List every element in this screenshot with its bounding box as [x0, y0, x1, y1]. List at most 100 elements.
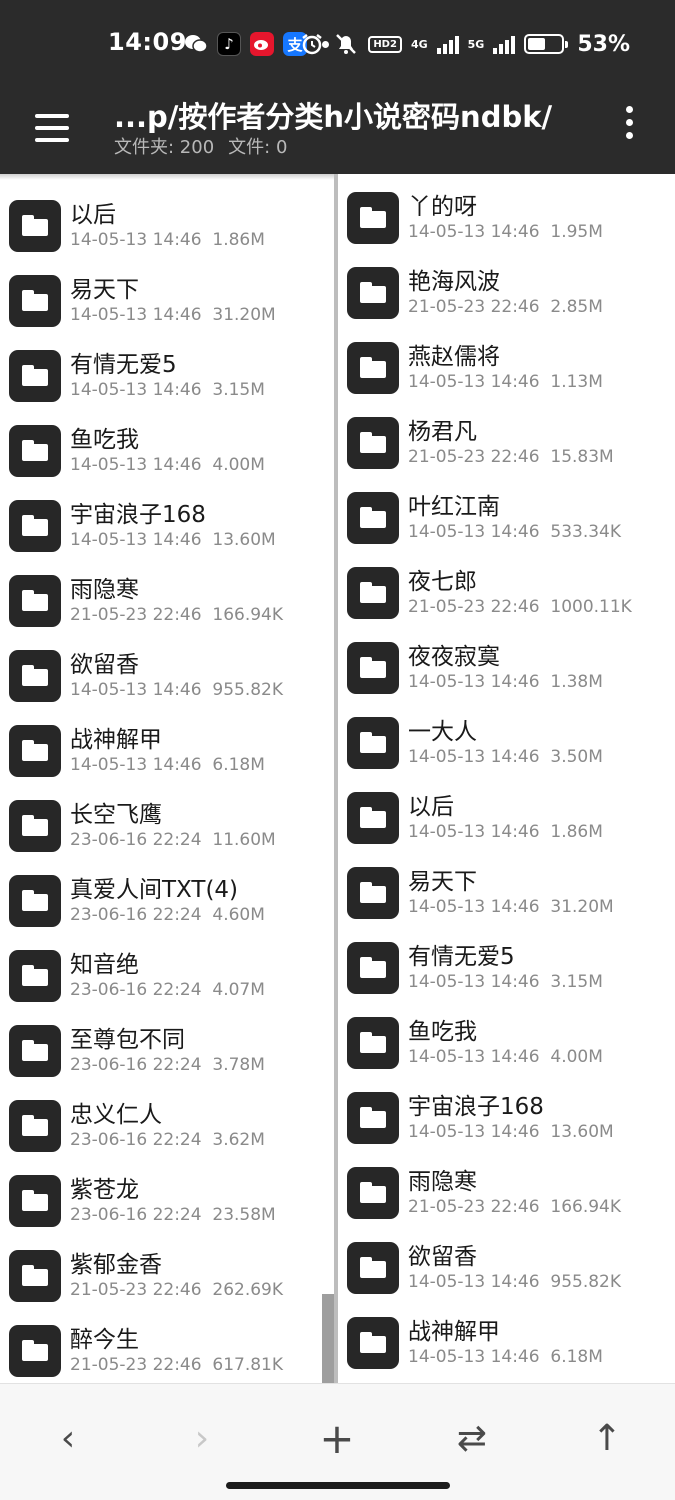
file-list-item[interactable]: 一大人 14-05-13 14:46 3.50M	[338, 711, 675, 786]
folder-name: 以后	[70, 202, 116, 228]
file-list-item[interactable]: 宇宙浪子168 14-05-13 14:46 13.60M	[0, 494, 334, 569]
folder-size: 955.82K	[212, 680, 284, 700]
parent-folder-button[interactable]: ↑	[577, 1408, 637, 1468]
folder-name: 至尊包不同	[70, 1027, 185, 1053]
folder-icon	[347, 1092, 399, 1144]
folder-date: 14-05-13 14:46	[408, 672, 540, 692]
folder-name: 丫的呀	[408, 194, 477, 220]
folder-name: 有情无爱5	[70, 352, 177, 378]
folder-date: 23-06-16 22:24	[70, 905, 202, 925]
menu-icon[interactable]	[28, 104, 76, 152]
file-list-item[interactable]: 易天下 14-05-13 14:46 31.20M	[338, 861, 675, 936]
folder-name: 易天下	[408, 869, 477, 895]
file-list-item[interactable]: 叶红江南 14-05-13 14:46 533.34K	[338, 486, 675, 561]
file-list-item[interactable]: 燕赵儒将 14-05-13 14:46 1.13M	[338, 336, 675, 411]
file-list-item[interactable]: 醉今生 21-05-23 22:46 617.81K	[0, 1319, 334, 1383]
folder-date: 21-05-23 22:46	[70, 1355, 202, 1375]
left-pane-scrollbar[interactable]	[322, 1294, 334, 1383]
folder-icon	[347, 492, 399, 544]
file-list-item[interactable]: 夜夜寂寞 14-05-13 14:46 1.38M	[338, 636, 675, 711]
file-list-item[interactable]: 夜七郎 21-05-23 22:46 1000.11K	[338, 561, 675, 636]
file-list-item[interactable]: 杨君凡 21-05-23 22:46 15.83M	[338, 411, 675, 486]
status-bar: 14:09 ♪ 支 HD2 4G 5G 53%	[0, 0, 675, 88]
more-options-icon[interactable]	[612, 102, 646, 142]
folder-icon	[9, 1250, 61, 1302]
folder-size: 1.86M	[550, 822, 603, 842]
file-list-item[interactable]: 紫苍龙 23-06-16 22:24 23.58M	[0, 1169, 334, 1244]
file-list-item[interactable]: 战神解甲 14-05-13 14:46 6.18M	[338, 1311, 675, 1383]
file-list-item[interactable]: 战神解甲 14-05-13 14:46 6.18M	[0, 719, 334, 794]
folder-name: 叶红江南	[408, 494, 500, 520]
file-list-item[interactable]: 紫郁金香 21-05-23 22:46 262.69K	[0, 1244, 334, 1319]
file-list-item[interactable]: 有情无爱5 14-05-13 14:46 3.15M	[0, 344, 334, 419]
signal2-label: 5G	[467, 37, 485, 51]
file-list-item[interactable]: 至尊包不同 23-06-16 22:24 3.78M	[0, 1019, 334, 1094]
folder-name: 知音绝	[70, 952, 139, 978]
file-list-item[interactable]: 有情无爱5 14-05-13 14:46 3.15M	[338, 936, 675, 1011]
folder-date: 14-05-13 14:46	[408, 522, 540, 542]
file-list-item[interactable]: 知音绝 23-06-16 22:24 4.07M	[0, 944, 334, 1019]
folder-meta: 14-05-13 14:46 1.86M	[408, 822, 603, 842]
home-indicator[interactable]	[226, 1482, 450, 1489]
folder-meta: 23-06-16 22:24 23.58M	[70, 1205, 276, 1225]
file-list-item[interactable]: 欲留香 14-05-13 14:46 955.82K	[338, 1236, 675, 1311]
folder-icon	[9, 1325, 61, 1377]
folder-name: 真爱人间TXT(4)	[70, 877, 239, 903]
file-list-item[interactable]: 艳海风波 21-05-23 22:46 2.85M	[338, 261, 675, 336]
weibo-icon	[250, 32, 274, 56]
folder-size: 1.13M	[550, 372, 603, 392]
folder-icon	[9, 875, 61, 927]
file-list-item[interactable]: 以后 14-05-13 14:46 1.86M	[0, 194, 334, 269]
folder-meta: 21-05-23 22:46 2.85M	[408, 297, 603, 317]
signal1-icon	[436, 34, 459, 54]
folder-name: 紫苍龙	[70, 1177, 139, 1203]
file-list-item[interactable]: 忠义仁人 23-06-16 22:24 3.62M	[0, 1094, 334, 1169]
folder-meta: 14-05-13 14:46 1.13M	[408, 372, 603, 392]
folder-size: 533.34K	[550, 522, 622, 542]
folder-date: 14-05-13 14:46	[408, 747, 540, 767]
folder-size: 11.60M	[212, 830, 276, 850]
folder-icon	[9, 1025, 61, 1077]
folder-icon	[347, 942, 399, 994]
folder-meta: 14-05-13 14:46 6.18M	[70, 755, 265, 775]
folder-meta: 14-05-13 14:46 6.18M	[408, 1347, 603, 1367]
folder-icon	[347, 1167, 399, 1219]
folder-icon	[347, 417, 399, 469]
file-list-item[interactable]: 丫的呀 14-05-13 14:46 1.95M	[338, 186, 675, 261]
file-list-item[interactable]: 雨隐寒 21-05-23 22:46 166.94K	[0, 569, 334, 644]
file-list-item[interactable]: 欲留香 14-05-13 14:46 955.82K	[0, 644, 334, 719]
system-status-icons: HD2 4G 5G 53%	[300, 30, 630, 58]
folder-icon	[9, 725, 61, 777]
folder-meta: 21-05-23 22:46 166.94K	[70, 605, 283, 625]
add-button[interactable]: +	[307, 1408, 367, 1468]
file-list-item[interactable]: 鱼吃我 14-05-13 14:46 4.00M	[338, 1011, 675, 1086]
folder-meta: 14-05-13 14:46 13.60M	[70, 530, 276, 550]
file-list-item[interactable]: 以后 14-05-13 14:46 1.86M	[338, 786, 675, 861]
folder-name: 有情无爱5	[408, 944, 515, 970]
folder-size: 262.69K	[212, 1280, 284, 1300]
folder-meta: 14-05-13 14:46 3.15M	[408, 972, 603, 992]
left-file-pane[interactable]: 以后 14-05-13 14:46 1.86M 易天下 14-05-13 14:46 …	[0, 174, 334, 1383]
forward-button[interactable]: ›	[172, 1408, 232, 1468]
folder-meta: 14-05-13 14:46 533.34K	[408, 522, 621, 542]
file-list-item[interactable]: 鱼吃我 14-05-13 14:46 4.00M	[0, 419, 334, 494]
folder-meta: 14-05-13 14:46 31.20M	[70, 305, 276, 325]
folder-date: 23-06-16 22:24	[70, 830, 202, 850]
swap-panes-button[interactable]: ⇄	[442, 1408, 502, 1468]
back-button[interactable]: ‹	[38, 1408, 98, 1468]
folder-date: 14-05-13 14:46	[408, 897, 540, 917]
file-list-item[interactable]: 易天下 14-05-13 14:46 31.20M	[0, 269, 334, 344]
file-list-item[interactable]: 长空飞鹰 23-06-16 22:24 11.60M	[0, 794, 334, 869]
file-list-item[interactable]: 宇宙浪子168 14-05-13 14:46 13.60M	[338, 1086, 675, 1161]
folder-date: 14-05-13 14:46	[408, 1347, 540, 1367]
file-list-item[interactable]: 真爱人间TXT(4) 23-06-16 22:24 4.60M	[0, 869, 334, 944]
folder-icon	[347, 642, 399, 694]
folder-date: 14-05-13 14:46	[70, 230, 202, 250]
folder-date: 23-06-16 22:24	[70, 980, 202, 1000]
folder-size: 13.60M	[212, 530, 276, 550]
file-list-item[interactable]: 雨隐寒 21-05-23 22:46 166.94K	[338, 1161, 675, 1236]
folder-icon	[9, 650, 61, 702]
pane-top-shadow	[0, 174, 334, 180]
right-file-pane[interactable]: 丫的呀 14-05-13 14:46 1.95M 艳海风波 21-05-23 22:4…	[338, 174, 675, 1383]
folder-name: 醉今生	[70, 1327, 139, 1353]
